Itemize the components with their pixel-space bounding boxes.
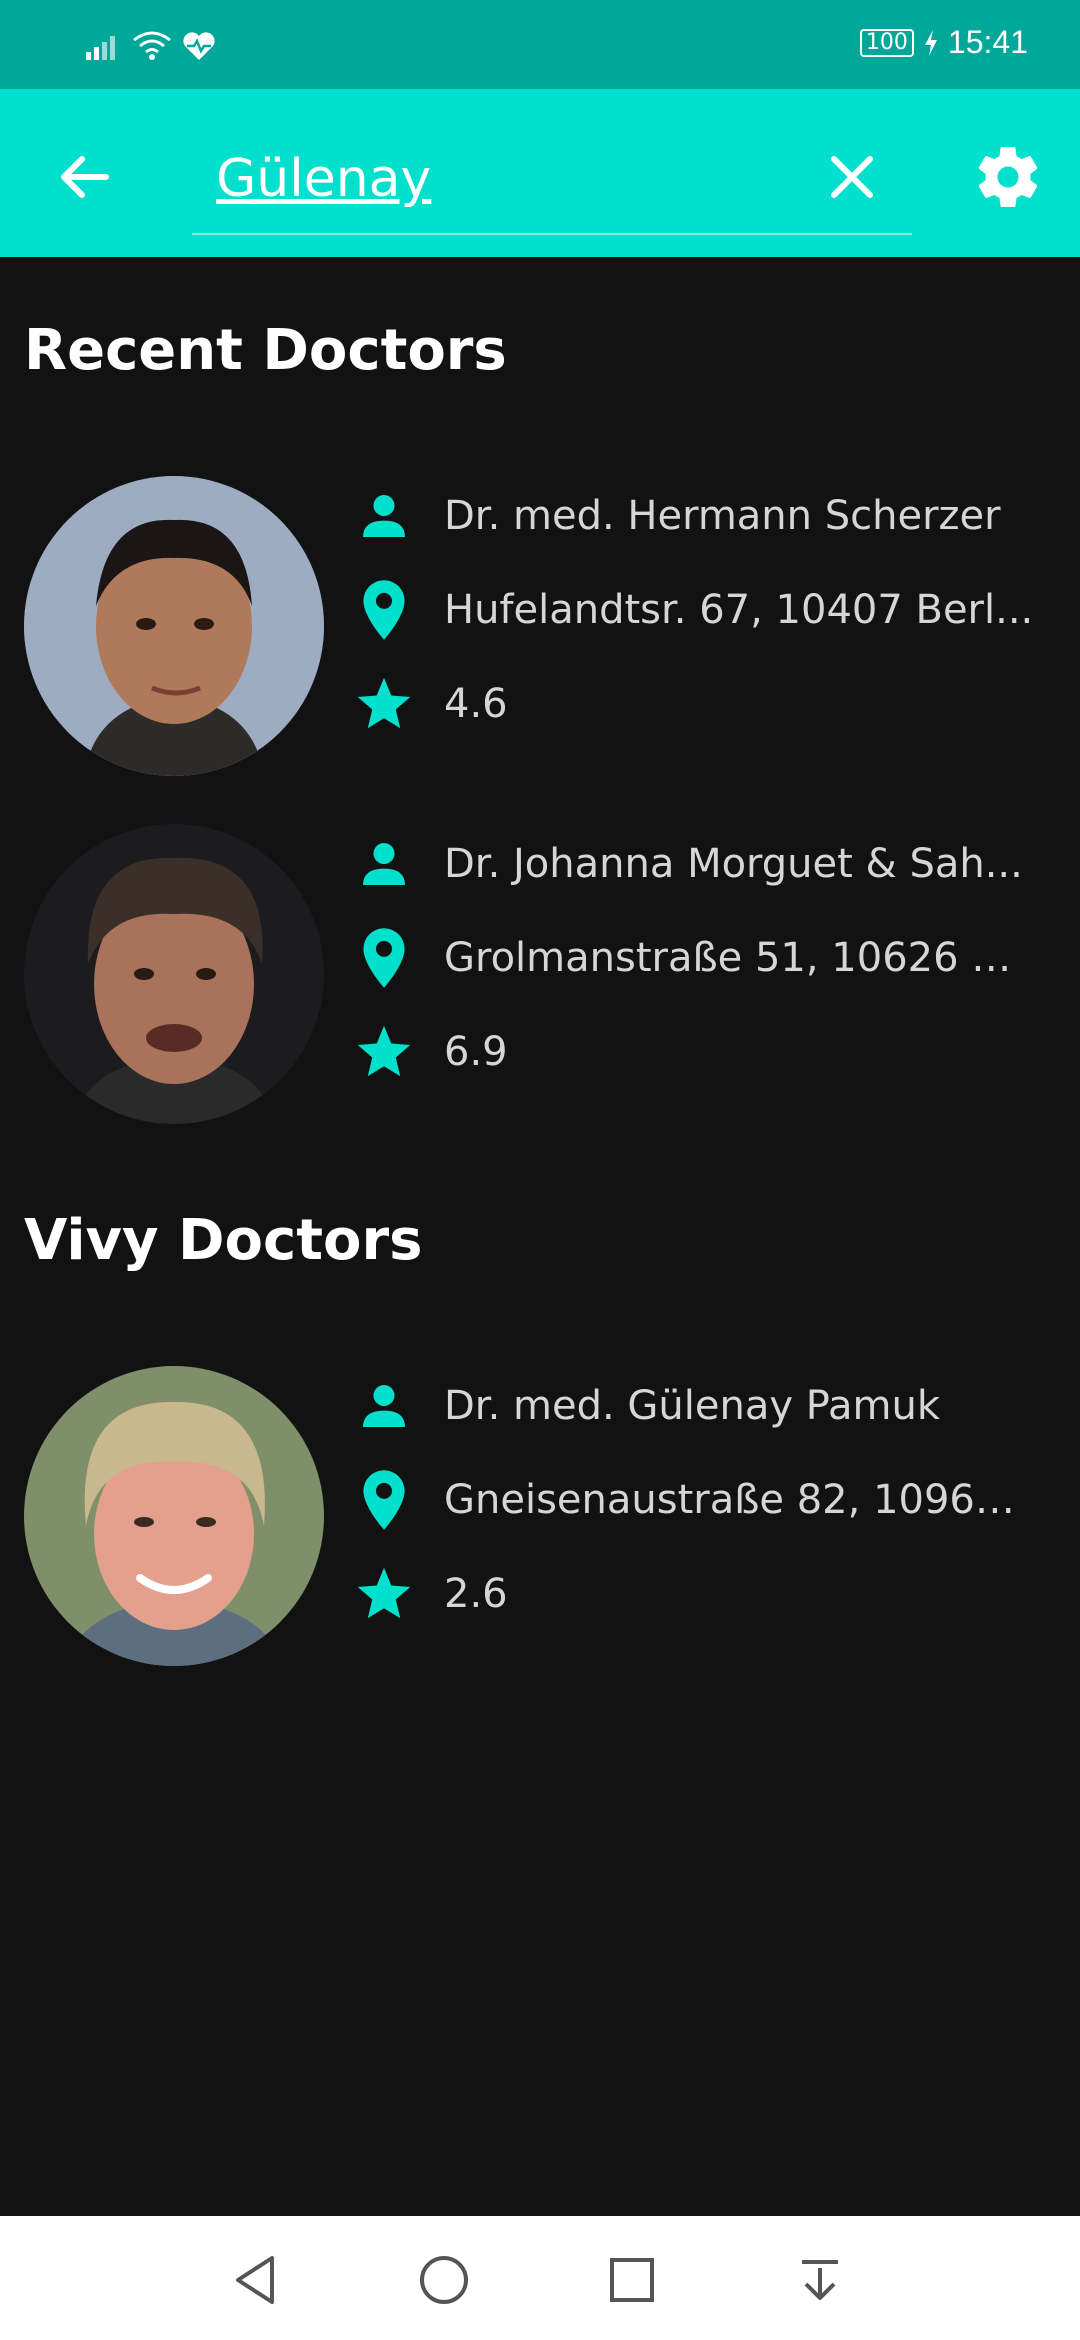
settings-button[interactable] xyxy=(972,141,1044,213)
doctor-rating: 4.6 xyxy=(444,681,508,727)
location-pin-icon xyxy=(363,580,405,640)
doctor-address: Gneisenaustraße 82, 10961 ... xyxy=(444,1477,1034,1523)
arrow-left-icon xyxy=(61,156,109,198)
circle-home-icon xyxy=(420,2256,468,2304)
system-navigation-bar xyxy=(0,2216,1080,2340)
doctor-card[interactable]: Dr. Johanna Morguet & Sah... Grolmanstra… xyxy=(0,824,1080,1124)
nav-notifications-button[interactable] xyxy=(788,2248,852,2312)
doctor-rating-row: 2.6 xyxy=(352,1554,1052,1634)
search-toolbar xyxy=(0,89,1080,257)
vivy-doctors-title: Vivy Doctors xyxy=(24,1208,423,1273)
clock: 15:41 xyxy=(947,24,1028,60)
nav-home-button[interactable] xyxy=(412,2248,476,2312)
doctor-address: Hufelandtsr. 67, 10407 Berl... xyxy=(444,587,1034,633)
triangle-back-icon xyxy=(236,2256,274,2304)
doctor-rating-row: 4.6 xyxy=(352,664,1052,744)
health-heart-icon xyxy=(183,32,215,60)
location-pin-icon xyxy=(363,1470,405,1530)
nav-recents-button[interactable] xyxy=(600,2248,664,2312)
person-icon xyxy=(363,843,405,885)
doctor-address-row: Grolmanstraße 51, 10626 Be... xyxy=(352,918,1052,998)
search-input[interactable] xyxy=(216,139,776,219)
status-icons xyxy=(86,26,216,66)
battery-indicator: 100 xyxy=(859,28,914,57)
pull-down-icon xyxy=(802,2260,838,2300)
wifi-icon xyxy=(133,31,171,60)
nav-back-button[interactable] xyxy=(224,2248,288,2312)
location-pin-icon xyxy=(363,928,405,988)
doctor-avatar xyxy=(24,1366,324,1666)
doctor-card[interactable]: Dr. med. Hermann Scherzer Hufelandtsr. 6… xyxy=(0,476,1080,776)
clear-search-button[interactable] xyxy=(820,145,884,209)
doctor-card[interactable]: Dr. med. Gülenay Pamuk Gneisenaustraße 8… xyxy=(0,1366,1080,1666)
close-icon xyxy=(831,156,873,198)
doctor-address-row: Gneisenaustraße 82, 10961 ... xyxy=(352,1460,1052,1540)
doctor-address: Grolmanstraße 51, 10626 Be... xyxy=(444,935,1034,981)
star-icon xyxy=(357,1025,411,1077)
doctor-name-row: Dr. med. Hermann Scherzer xyxy=(352,476,1052,556)
charging-icon xyxy=(924,29,937,56)
star-icon xyxy=(357,677,411,729)
person-icon xyxy=(363,495,405,537)
doctor-rating: 2.6 xyxy=(444,1571,508,1617)
doctor-rating: 6.9 xyxy=(444,1029,508,1075)
doctor-address-row: Hufelandtsr. 67, 10407 Berl... xyxy=(352,570,1052,650)
doctor-avatar xyxy=(24,824,324,1124)
search-field[interactable] xyxy=(192,129,912,235)
doctor-name: Dr. med. Gülenay Pamuk xyxy=(444,1383,941,1429)
gear-icon xyxy=(978,147,1038,207)
doctor-name-row: Dr. Johanna Morguet & Sah... xyxy=(352,824,1052,904)
doctor-name: Dr. med. Hermann Scherzer xyxy=(444,493,1001,539)
recent-doctors-title: Recent Doctors xyxy=(24,318,507,383)
star-icon xyxy=(357,1567,411,1619)
status-bar: 100 15:41 xyxy=(0,0,1080,89)
doctor-rating-row: 6.9 xyxy=(352,1012,1052,1092)
doctor-avatar xyxy=(24,476,324,776)
signal-icon xyxy=(86,36,115,60)
doctor-name-row: Dr. med. Gülenay Pamuk xyxy=(352,1366,1052,1446)
doctor-name: Dr. Johanna Morguet & Sah... xyxy=(444,841,1023,887)
back-button[interactable] xyxy=(52,145,116,209)
square-recents-icon xyxy=(610,2258,654,2302)
person-icon xyxy=(363,1385,405,1427)
